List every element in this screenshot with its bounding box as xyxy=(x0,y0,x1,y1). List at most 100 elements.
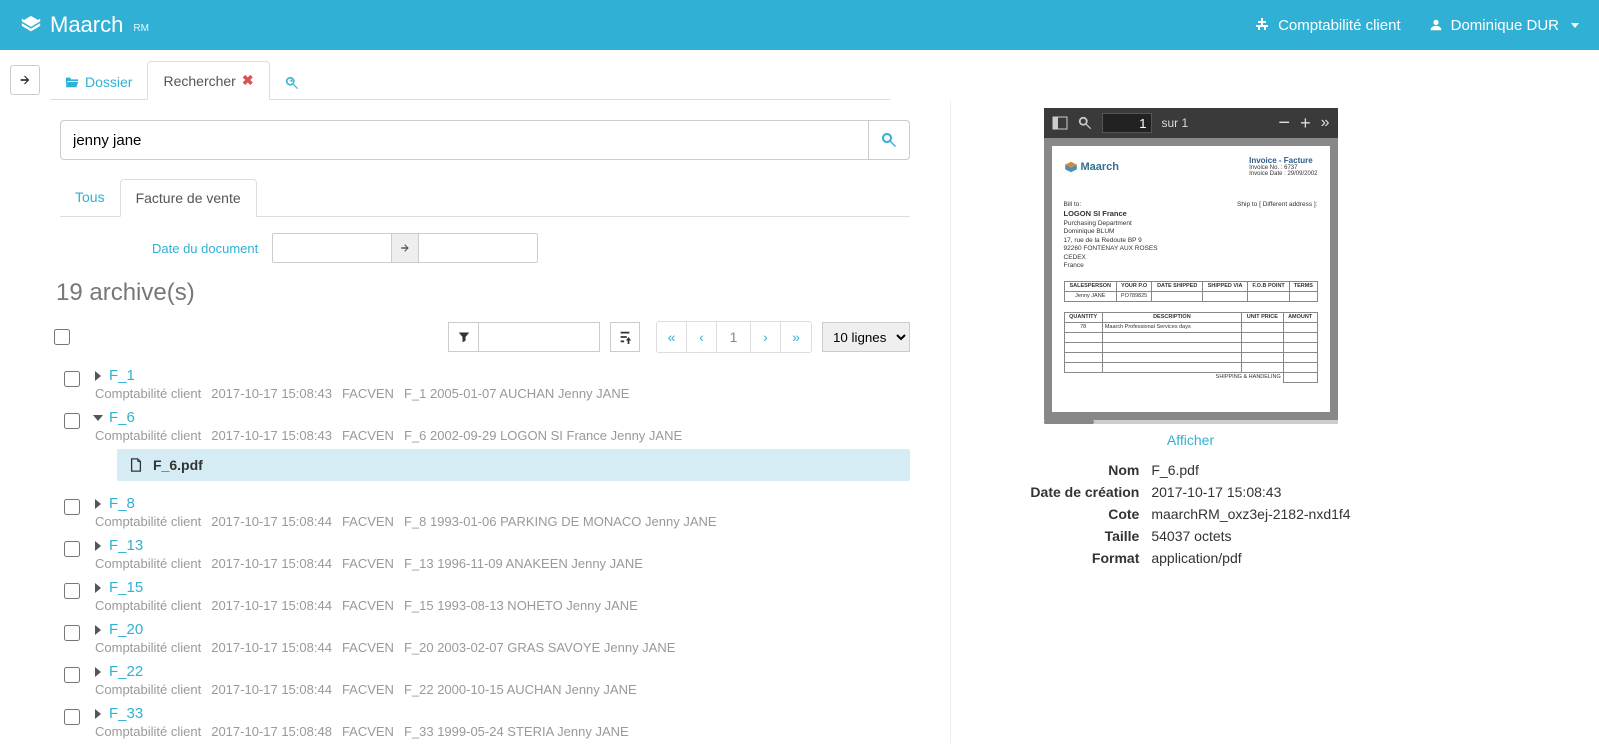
tab-rechercher[interactable]: Rechercher ✖ xyxy=(147,61,269,100)
meta-cote: maarchRM_oxz3ej-2182-nxd1f4 xyxy=(1151,504,1350,524)
meta-format: application/pdf xyxy=(1151,548,1350,568)
pager-first-button[interactable]: « xyxy=(657,322,687,352)
pdf-page-input[interactable] xyxy=(1102,113,1152,133)
result-title[interactable]: F_6 xyxy=(109,409,135,426)
user-icon xyxy=(1429,18,1443,32)
caret-down-icon xyxy=(1571,23,1579,28)
expand-caret-icon[interactable] xyxy=(95,667,101,677)
sitemap-icon xyxy=(1254,17,1270,33)
result-meta: Comptabilité client2017-10-17 15:08:44FA… xyxy=(95,598,910,613)
pager-next-button[interactable]: › xyxy=(751,322,781,352)
brand-name: Maarch xyxy=(50,12,123,38)
filter-input[interactable] xyxy=(478,322,600,352)
zoom-in-button[interactable]: + xyxy=(1300,114,1311,132)
date-from-input[interactable] xyxy=(272,233,392,263)
meta-nom: F_6.pdf xyxy=(1151,460,1350,480)
expand-caret-icon[interactable] xyxy=(95,371,101,381)
file-icon xyxy=(129,458,143,472)
preview-pane: sur 1 − + » Maarch Invoice - Facture xyxy=(950,100,1430,743)
result-checkbox[interactable] xyxy=(64,709,80,725)
pdf-scrollbar[interactable] xyxy=(1044,420,1338,424)
tab-dossier-label: Dossier xyxy=(85,74,132,90)
tab-new-search[interactable] xyxy=(270,66,314,100)
result-row: F_20Comptabilité client2017-10-17 15:08:… xyxy=(60,617,910,659)
expand-caret-icon[interactable] xyxy=(95,625,101,635)
meta-date: 2017-10-17 15:08:43 xyxy=(1151,482,1350,502)
tab-rechercher-label: Rechercher xyxy=(163,73,235,89)
brand-sub: RM xyxy=(133,23,149,34)
folder-open-icon xyxy=(65,75,79,89)
filter-button[interactable] xyxy=(448,322,478,352)
search-button[interactable] xyxy=(868,120,910,160)
org-label: Comptabilité client xyxy=(1278,17,1401,34)
result-row: F_33Comptabilité client2017-10-17 15:08:… xyxy=(60,701,910,743)
result-attachment[interactable]: F_6.pdf xyxy=(117,449,910,481)
pdf-page-of: sur 1 xyxy=(1162,116,1189,130)
user-label: Dominique DUR xyxy=(1451,17,1559,34)
result-title[interactable]: F_15 xyxy=(109,579,143,596)
date-range xyxy=(272,233,538,263)
brand[interactable]: Maarch RM xyxy=(20,12,149,38)
expand-caret-icon[interactable] xyxy=(95,541,101,551)
pdf-page: Maarch Invoice - Facture Invoice No. : 6… xyxy=(1052,146,1330,412)
pager-last-button[interactable]: » xyxy=(781,322,811,352)
pagesize-select[interactable]: 10 lignes xyxy=(822,322,910,352)
search-icon xyxy=(881,132,897,148)
result-row: F_13Comptabilité client2017-10-17 15:08:… xyxy=(60,533,910,575)
result-row: F_15 Comptabilité client2017-10-17 15:08:… xyxy=(60,575,910,617)
result-meta: Comptabilité client2017-10-17 15:08:44FA… xyxy=(95,514,910,529)
filter-icon xyxy=(458,331,470,343)
tab-dossier[interactable]: Dossier xyxy=(50,64,147,100)
results-list: F_1 Comptabilité client2017-10-17 15:08:4… xyxy=(60,363,910,743)
result-row: F_6Comptabilité client2017-10-17 15:08:4… xyxy=(60,405,910,491)
arrow-right-icon xyxy=(392,233,418,263)
pdf-preview[interactable]: Maarch Invoice - Facture Invoice No. : 6… xyxy=(1044,138,1338,420)
search-pane: Tous Facture de vente Date du document 1… xyxy=(10,100,910,743)
topbar-right: Comptabilité client Dominique DUR xyxy=(1254,17,1579,34)
date-to-input[interactable] xyxy=(418,233,538,263)
result-checkbox[interactable] xyxy=(64,413,80,429)
afficher-link[interactable]: Afficher xyxy=(1167,432,1214,448)
pager-prev-button[interactable]: ‹ xyxy=(687,322,717,352)
expand-caret-icon[interactable] xyxy=(95,709,101,719)
arrow-right-icon xyxy=(18,73,32,87)
subtab-tous[interactable]: Tous xyxy=(60,179,120,217)
expand-caret-icon[interactable] xyxy=(93,415,103,421)
result-checkbox[interactable] xyxy=(64,625,80,641)
result-row: F_1Comptabilité client2017-10-17 15:08:4… xyxy=(60,363,910,405)
result-meta: Comptabilité client2017-10-17 15:08:44FA… xyxy=(95,682,910,697)
result-checkbox[interactable] xyxy=(64,499,80,515)
expand-caret-icon[interactable] xyxy=(95,499,101,509)
topbar: Maarch RM Comptabilité client Dominique … xyxy=(0,0,1599,50)
search-plus-icon xyxy=(285,76,299,90)
result-title[interactable]: F_1 xyxy=(109,367,135,384)
subtab-facven[interactable]: Facture de vente xyxy=(120,179,257,217)
close-icon[interactable]: ✖ xyxy=(242,72,254,89)
pager-current: 1 xyxy=(717,322,751,352)
result-checkbox[interactable] xyxy=(64,667,80,683)
result-title[interactable]: F_20 xyxy=(109,621,143,638)
pdf-more-button[interactable]: » xyxy=(1321,114,1330,132)
meta-table: NomF_6.pdf Date de création2017-10-17 15… xyxy=(1028,458,1352,570)
result-title[interactable]: F_22 xyxy=(109,663,143,680)
zoom-out-button[interactable]: − xyxy=(1278,113,1290,133)
sort-button[interactable] xyxy=(610,322,640,352)
user-menu[interactable]: Dominique DUR xyxy=(1429,17,1579,34)
org-switcher[interactable]: Comptabilité client xyxy=(1254,17,1401,34)
result-title[interactable]: F_13 xyxy=(109,537,143,554)
pdf-toolbar: sur 1 − + » xyxy=(1044,108,1338,138)
sidebar-icon[interactable] xyxy=(1052,115,1068,131)
result-checkbox[interactable] xyxy=(64,583,80,599)
result-checkbox[interactable] xyxy=(64,541,80,557)
search-input[interactable] xyxy=(60,120,868,160)
meta-taille: 54037 octets xyxy=(1151,526,1350,546)
result-checkbox[interactable] xyxy=(64,371,80,387)
search-icon[interactable] xyxy=(1078,116,1092,130)
result-title[interactable]: F_33 xyxy=(109,705,143,722)
result-title[interactable]: F_8 xyxy=(109,495,135,512)
docdate-label: Date du document xyxy=(152,241,258,256)
pager: « ‹ 1 › » xyxy=(656,321,812,353)
expand-caret-icon[interactable] xyxy=(95,583,101,593)
sidebar-toggle-button[interactable] xyxy=(10,65,40,95)
select-all-checkbox[interactable] xyxy=(54,329,70,345)
